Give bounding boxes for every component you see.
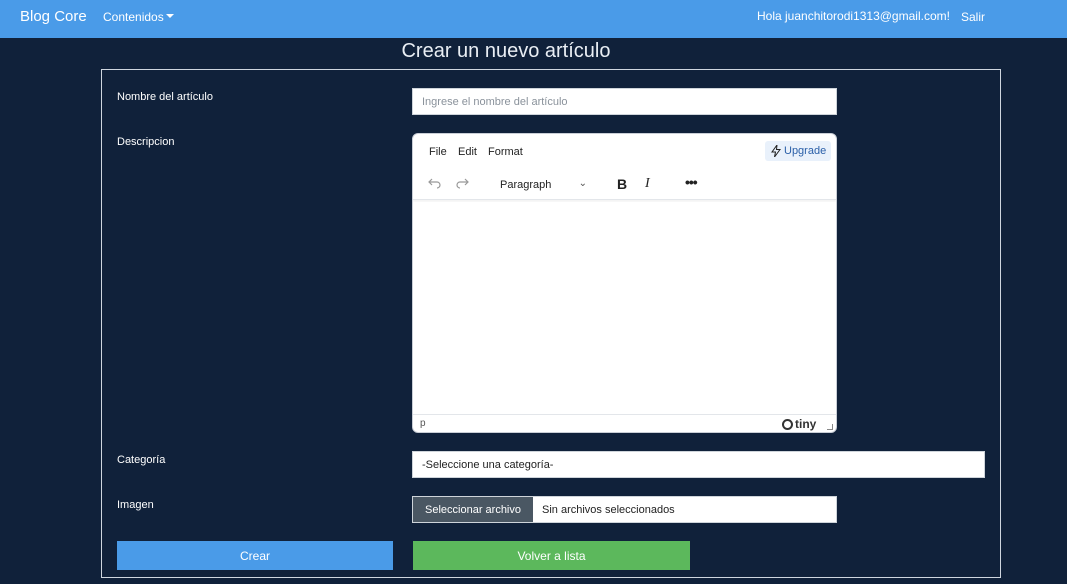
file-status: Sin archivos seleccionados <box>542 503 675 516</box>
editor-content-area[interactable] <box>413 202 836 414</box>
navbar: Blog Core Contenidos Hola juanchitorodi1… <box>0 0 1067 38</box>
tiny-brand-link[interactable]: tiny <box>782 417 816 431</box>
tiny-brand-label: tiny <box>795 417 817 431</box>
name-label: Nombre del artículo <box>117 91 213 103</box>
contents-dropdown-label: Contenidos <box>103 10 164 24</box>
description-label: Descripcion <box>117 136 175 148</box>
create-button[interactable]: Crear <box>117 541 393 570</box>
category-select[interactable]: -Seleccione una categoría- <box>412 451 985 478</box>
menu-format[interactable]: Format <box>488 146 523 158</box>
editor-menubar: File Edit Format Upgrade <box>413 134 836 168</box>
editor-toolbar: Paragraph ⌄ B I ••• <box>413 170 836 200</box>
undo-icon[interactable] <box>428 175 442 192</box>
menu-edit[interactable]: Edit <box>458 146 477 158</box>
upgrade-button[interactable]: Upgrade <box>765 141 832 161</box>
menu-file[interactable]: File <box>429 146 447 158</box>
name-input-placeholder: Ingrese el nombre del artículo <box>422 95 568 108</box>
block-format-select[interactable]: Paragraph ⌄ <box>493 174 591 196</box>
editor-statusbar: p tiny <box>413 414 836 432</box>
logout-link[interactable]: Salir <box>961 10 985 24</box>
more-options-icon[interactable]: ••• <box>685 174 698 190</box>
name-input[interactable]: Ingrese el nombre del artículo <box>412 88 837 115</box>
image-file-input[interactable]: Seleccionar archivo Sin archivos selecci… <box>412 496 837 523</box>
brand-link[interactable]: Blog Core <box>20 8 87 25</box>
italic-icon[interactable]: I <box>645 176 650 192</box>
redo-icon[interactable] <box>455 175 469 192</box>
element-path: p <box>420 418 426 429</box>
chevron-down-icon: ⌄ <box>578 178 587 189</box>
tiny-logo-icon <box>782 418 793 430</box>
upgrade-label: Upgrade <box>784 145 827 157</box>
caret-down-icon <box>165 14 174 18</box>
category-label: Categoría <box>117 454 166 466</box>
bold-icon[interactable]: B <box>617 176 627 192</box>
page-title: Crear un nuevo artículo <box>401 40 611 62</box>
choose-file-button[interactable]: Seleccionar archivo <box>413 497 533 522</box>
user-greeting: Hola juanchitorodi1313@gmail.com! <box>757 9 950 23</box>
lightning-icon <box>771 145 781 157</box>
category-select-value: -Seleccione una categoría- <box>422 458 554 471</box>
block-format-value: Paragraph <box>500 179 552 191</box>
resize-handle-icon[interactable] <box>827 424 833 430</box>
rich-text-editor: File Edit Format Upgrade Paragraph ⌄ B I… <box>412 133 837 433</box>
contents-dropdown[interactable]: Contenidos <box>103 10 174 24</box>
image-label: Imagen <box>117 499 154 511</box>
back-to-list-button[interactable]: Volver a lista <box>413 541 690 570</box>
